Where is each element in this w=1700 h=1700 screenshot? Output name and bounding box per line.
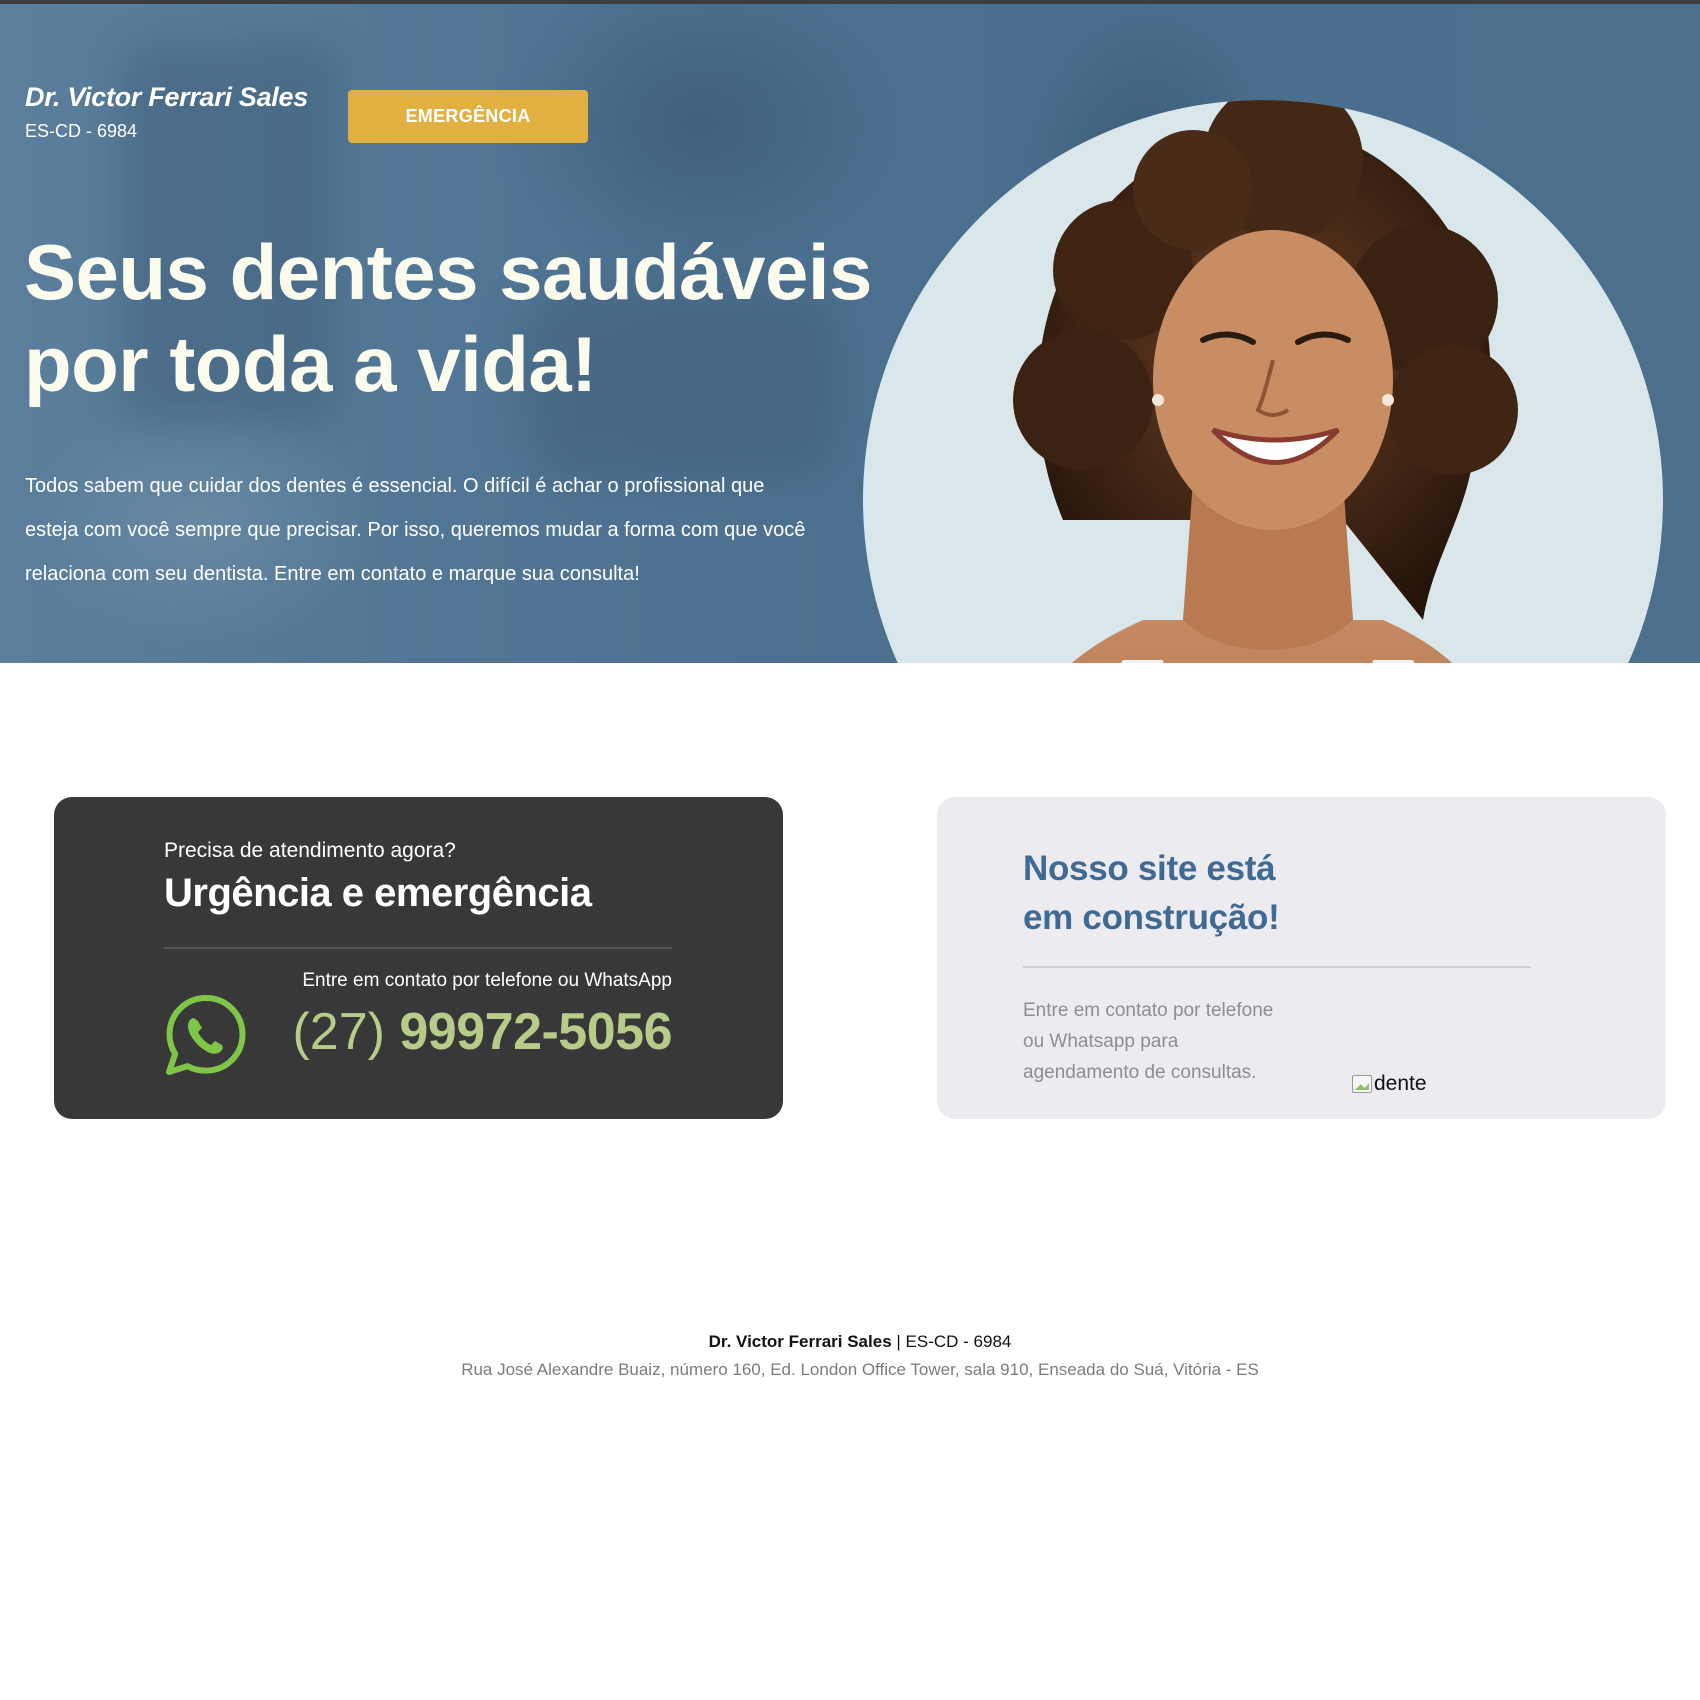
brand-name: Dr. Victor Ferrari Sales <box>25 82 308 112</box>
footer-credits: Dr. Victor Ferrari Sales | ES-CD - 6984 <box>0 1332 1700 1352</box>
tooth-image-alt: dente <box>1374 1072 1427 1095</box>
broken-image-icon <box>1352 1075 1372 1093</box>
footer-separator: | <box>891 1332 906 1351</box>
construction-card: Nosso site está em construção! Entre em … <box>937 797 1666 1119</box>
emergency-pretitle: Precisa de atendimento agora? <box>164 839 456 862</box>
construction-title: Nosso site está em construção! <box>1023 844 1383 942</box>
construction-text: Entre em contato por telefone ou Whatsap… <box>1023 1000 1274 1083</box>
divider <box>1023 966 1531 968</box>
contact-text: Entre em contato por telefone ou WhatsAp… <box>302 970 672 991</box>
hero-title-line2: por toda a vida! <box>24 320 597 408</box>
footer-registration: ES-CD - 6984 <box>905 1332 1012 1351</box>
hero-title: Seus dentes saudáveis por toda a vida! <box>24 226 904 410</box>
phone-area-code: (27) <box>292 1003 385 1061</box>
emergency-title: Urgência e emergência <box>164 871 592 915</box>
construction-title-line1: Nosso site está <box>1023 849 1276 888</box>
whatsapp-icon[interactable] <box>164 993 248 1077</box>
hero-description: Todos sabem que cuidar dos dentes é esse… <box>25 475 806 585</box>
brand[interactable]: Dr. Victor Ferrari Sales ES-CD - 6984 <box>25 82 308 142</box>
hero-photo <box>863 100 1663 663</box>
construction-title-line2: em construção! <box>1023 898 1280 937</box>
footer-address: Rua José Alexandre Buaiz, número 160, Ed… <box>461 1360 1259 1379</box>
phone-digits: 99972-5056 <box>399 1003 672 1061</box>
phone-number[interactable]: (27) 99972-5056 <box>292 1002 672 1062</box>
smiling-woman-illustration <box>1013 100 1518 663</box>
footer-name: Dr. Victor Ferrari Sales <box>708 1332 892 1351</box>
divider <box>164 947 672 949</box>
hero-section: Dr. Victor Ferrari Sales ES-CD - 6984 EM… <box>0 4 1700 663</box>
hero-title-line1: Seus dentes saudáveis <box>24 228 872 316</box>
tooth-image: dente <box>1352 1072 1427 1095</box>
brand-registration: ES-CD - 6984 <box>25 121 138 141</box>
emergency-button[interactable]: EMERGÊNCIA <box>348 90 588 143</box>
emergency-card: Precisa de atendimento agora? Urgência e… <box>54 797 783 1119</box>
